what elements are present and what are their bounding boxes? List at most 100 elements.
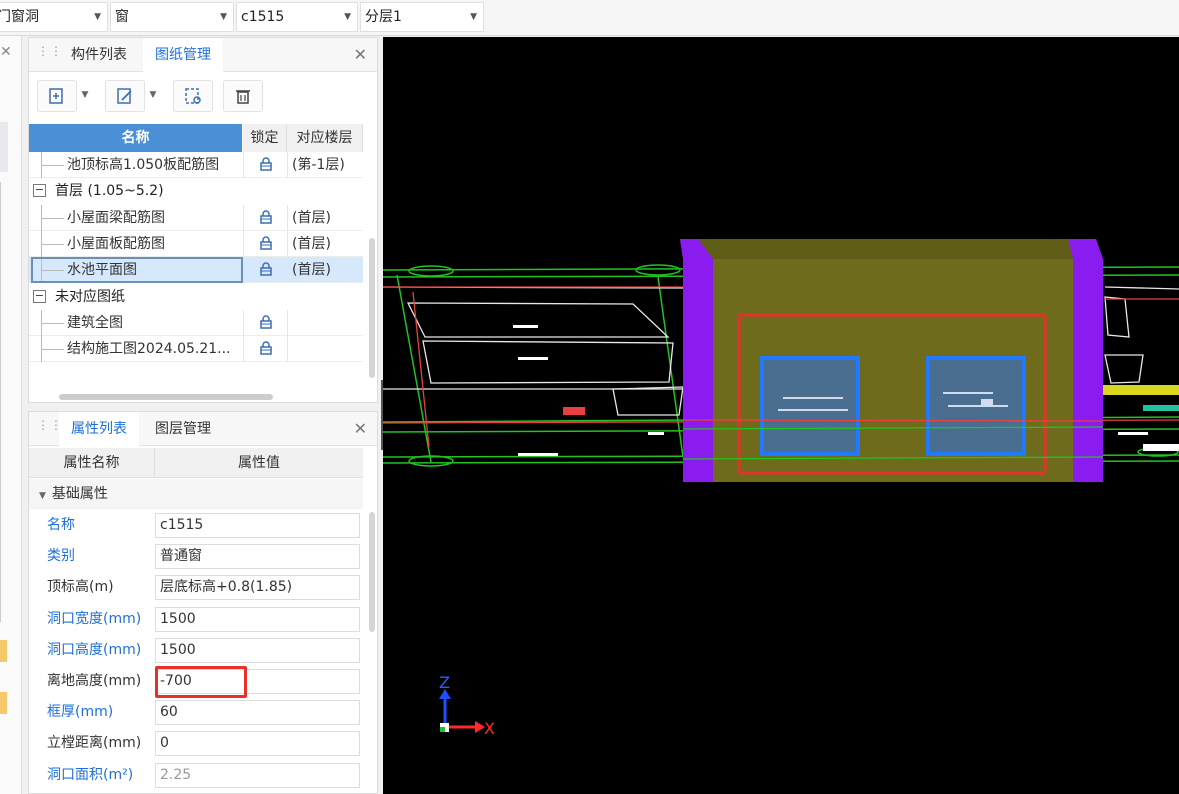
- highlight-box: [155, 666, 247, 698]
- drawing-floor: (首层): [287, 204, 363, 231]
- property-value-field[interactable]: 层底标高+0.8(1.85): [155, 575, 360, 601]
- lock-icon[interactable]: [243, 152, 287, 178]
- component-name-combo[interactable]: c1515 ▼: [236, 2, 358, 32]
- component-type-combo[interactable]: 门窗洞 ▼: [0, 2, 108, 32]
- column-floor[interactable]: 对应楼层: [287, 124, 363, 152]
- cad-yellow-marks: [1103, 385, 1179, 411]
- lock-icon[interactable]: [243, 204, 287, 231]
- component-subtype-value: 窗: [115, 9, 129, 25]
- tab-property-list[interactable]: 属性列表: [59, 412, 139, 446]
- property-value-field[interactable]: 0: [155, 731, 360, 757]
- column-property-value: 属性值: [238, 455, 280, 471]
- tree-group-label: 首层 (1.05~5.2): [55, 183, 164, 200]
- property-row: 离地高度(mm) -700: [29, 666, 363, 698]
- property-panel: ⋮⋮ 属性列表 图层管理 ✕ 属性名称 属性值 ▼ 基础属性 名称 c1515 类别 普…: [28, 411, 378, 794]
- property-row: 类别 普通窗: [29, 541, 363, 572]
- property-key: 洞口宽度(mm): [47, 610, 142, 627]
- close-icon[interactable]: ✕: [354, 419, 367, 438]
- tab-component-list[interactable]: 构件列表: [59, 38, 139, 72]
- model-viewport[interactable]: Z X: [383, 37, 1179, 794]
- chevron-down-icon: ▼: [344, 12, 351, 22]
- tree-row[interactable]: 池顶标高1.050板配筋图 (第-1层): [29, 152, 363, 178]
- add-drawing-icon: [49, 88, 63, 104]
- drawing-name: 建筑全图: [67, 314, 123, 331]
- horizontal-scrollbar[interactable]: [59, 394, 273, 400]
- property-key: 框厚(mm): [47, 704, 114, 721]
- property-row: 洞口高度(mm) 1500: [29, 635, 363, 666]
- property-value-field[interactable]: 60: [155, 700, 360, 726]
- trash-icon: [236, 90, 250, 104]
- drag-handle-icon[interactable]: ⋮⋮: [37, 419, 62, 437]
- tab-layer-management[interactable]: 图层管理: [143, 412, 223, 446]
- layer-value: 分层1: [365, 9, 402, 25]
- property-row: 洞口面积(m²) 2.25: [29, 760, 363, 791]
- tree-connector: [41, 309, 65, 336]
- component-name-value: c1515: [241, 9, 285, 25]
- lock-icon[interactable]: [243, 336, 287, 363]
- tree-row[interactable]: 小屋面板配筋图 (首层): [29, 230, 363, 257]
- edit-drawing-icon: [117, 88, 132, 104]
- component-selector-toolbar: 门窗洞 ▼ 窗 ▼ c1515 ▼ 分层1 ▼: [0, 0, 1179, 36]
- tree-connector: [41, 230, 65, 257]
- add-drawing-button[interactable]: [37, 80, 77, 112]
- close-icon[interactable]: ✕: [0, 44, 12, 60]
- building-wall-3d: [680, 239, 1103, 482]
- axis-x-label: X: [484, 719, 495, 738]
- split-drawing-button[interactable]: [173, 80, 213, 112]
- property-row: 名称 c1515: [29, 510, 363, 541]
- property-value-field[interactable]: 1500: [155, 637, 360, 663]
- lock-icon[interactable]: [243, 230, 287, 257]
- drawing-floor: (第-1层): [287, 152, 363, 178]
- drawing-name: 小屋面梁配筋图: [67, 209, 165, 226]
- tab-drawing-management[interactable]: 图纸管理: [143, 38, 223, 72]
- lock-icon[interactable]: [243, 257, 287, 284]
- drawing-name: 结构施工图2024.05.21...: [67, 341, 231, 358]
- drawing-floor: (首层): [287, 230, 363, 257]
- panel-fragment: [0, 122, 8, 172]
- property-key: 立樘距离(mm): [47, 735, 142, 752]
- collapse-icon[interactable]: −: [33, 184, 46, 198]
- collapse-icon[interactable]: −: [33, 289, 46, 303]
- vertical-scrollbar[interactable]: [369, 238, 375, 378]
- property-table-header: 属性名称 属性值: [29, 448, 363, 478]
- drawing-table-header: 名称 锁定 对应楼层: [29, 124, 377, 152]
- chevron-down-icon: ▼: [470, 12, 477, 22]
- lock-icon[interactable]: [243, 309, 287, 336]
- edit-drawing-button[interactable]: [105, 80, 145, 112]
- tree-row[interactable]: 建筑全图: [29, 309, 363, 336]
- delete-drawing-button[interactable]: [223, 80, 263, 112]
- property-value-field[interactable]: 1500: [155, 606, 360, 632]
- tree-group[interactable]: − 首层 (1.05~5.2): [29, 178, 363, 204]
- tree-group-label: 未对应图纸: [55, 288, 125, 305]
- property-section-basic[interactable]: ▼ 基础属性: [29, 479, 363, 509]
- tree-row[interactable]: 水池平面图 (首层): [29, 257, 363, 284]
- tree-row[interactable]: 小屋面梁配筋图 (首层): [29, 204, 363, 231]
- tree-connector: [41, 152, 65, 178]
- column-name[interactable]: 名称: [29, 124, 243, 152]
- layer-combo[interactable]: 分层1 ▼: [360, 2, 484, 32]
- close-icon[interactable]: ✕: [354, 45, 367, 64]
- chevron-down-icon[interactable]: ▼: [145, 80, 161, 112]
- chevron-down-icon[interactable]: ▼: [77, 80, 93, 112]
- property-value-field[interactable]: c1515: [155, 513, 360, 538]
- cad-drawing: [383, 239, 1179, 733]
- panel-header: ⋮⋮ 属性列表 图层管理 ✕: [29, 412, 377, 446]
- property-value-field[interactable]: 普通窗: [155, 544, 360, 570]
- property-row: 框厚(mm) 60: [29, 697, 363, 728]
- drawing-name: 小屋面板配筋图: [67, 235, 165, 252]
- tree-row[interactable]: 结构施工图2024.05.21...: [29, 336, 363, 363]
- tree-connector: [41, 204, 65, 231]
- property-row: 洞口宽度(mm) 1500: [29, 604, 363, 635]
- column-lock[interactable]: 锁定: [243, 124, 287, 152]
- property-key: 类别: [47, 548, 75, 565]
- axis-z-label: Z: [439, 673, 450, 692]
- tree-group[interactable]: − 未对应图纸: [29, 284, 363, 310]
- component-subtype-combo[interactable]: 窗 ▼: [110, 2, 234, 32]
- tree-connector: [41, 336, 65, 363]
- property-row: 顶标高(m) 层底标高+0.8(1.85): [29, 572, 363, 603]
- property-key: 名称: [47, 517, 75, 533]
- drawing-floor: (首层): [287, 257, 363, 284]
- property-row: 立樘距离(mm) 0: [29, 728, 363, 759]
- drag-handle-icon[interactable]: ⋮⋮: [37, 45, 62, 63]
- vertical-scrollbar[interactable]: [369, 512, 375, 632]
